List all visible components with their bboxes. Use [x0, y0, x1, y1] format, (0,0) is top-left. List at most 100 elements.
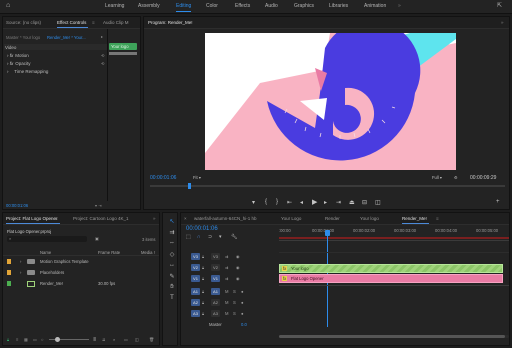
- solo-button[interactable]: S: [233, 300, 236, 305]
- tab-project-cartoon-logo[interactable]: Project: Cartoon Logo 4K_1: [73, 216, 129, 221]
- program-playhead[interactable]: [188, 183, 191, 189]
- lock-track-icon[interactable]: 🔒︎: [202, 276, 204, 281]
- list-item[interactable]: › Motion Graphics Template: [3, 257, 161, 267]
- workspace-editing[interactable]: Editing: [176, 3, 192, 12]
- workspace-audio[interactable]: Audio: [265, 3, 278, 9]
- mark-in-icon[interactable]: ▾: [252, 199, 255, 206]
- quality-dropdown[interactable]: Full ▾: [432, 175, 442, 180]
- track-header-a3[interactable]: A3 🔒︎ A3 M S ●: [181, 309, 275, 318]
- lock-icon[interactable]: 🔒︎: [7, 337, 9, 342]
- source-patch-a1[interactable]: A1: [191, 288, 200, 295]
- extract-icon[interactable]: ⊟: [362, 199, 367, 206]
- track-header-a2[interactable]: A2 🔒︎ A2 M S ●: [181, 298, 275, 307]
- track-header-v3[interactable]: V3 🔒︎ V3 ⇉ ◉: [181, 252, 275, 261]
- hand-tool-icon[interactable]: ✋︎: [168, 284, 176, 291]
- time-ruler[interactable]: :00:00 00:00:01:00 00:00:02:00 00:00:03:…: [279, 227, 509, 241]
- settings-icon[interactable]: ⚙: [454, 175, 458, 180]
- track-target-a1[interactable]: A1: [211, 288, 220, 295]
- track-target-a3[interactable]: A3: [211, 310, 220, 317]
- effect-motion[interactable]: › fx Motion: [7, 53, 29, 58]
- mute-button[interactable]: M: [225, 311, 229, 316]
- mute-button[interactable]: M: [225, 289, 229, 294]
- column-name[interactable]: Name: [40, 250, 51, 255]
- column-frame-rate[interactable]: Frame Rate: [98, 250, 120, 255]
- find-icon[interactable]: ⌕: [113, 337, 115, 342]
- workspace-assembly[interactable]: Assembly: [138, 3, 160, 9]
- program-video-frame[interactable]: [205, 33, 456, 170]
- new-bin-footer-icon[interactable]: ▭: [124, 337, 128, 342]
- play-icon[interactable]: ▶: [312, 198, 317, 206]
- workspace-effects[interactable]: Effects: [235, 3, 250, 9]
- project-search-input[interactable]: ⌕: [7, 236, 87, 242]
- go-to-in-icon[interactable]: ⇤: [287, 199, 292, 206]
- column-media-start[interactable]: Media !: [141, 250, 155, 255]
- tab-sequence-your-logo[interactable]: Your Logo: [281, 216, 301, 221]
- home-icon[interactable]: ⌂: [6, 2, 10, 9]
- program-timecode[interactable]: 00:00:01:06: [150, 175, 176, 181]
- timeline-menu-icon[interactable]: ≡: [436, 216, 439, 221]
- track-header-a1[interactable]: A1 🔒︎ A1 M S ●: [181, 287, 275, 296]
- lock-track-icon[interactable]: 🔒︎: [202, 254, 204, 259]
- fit-dropdown[interactable]: Fit ▾: [193, 175, 201, 180]
- list-item[interactable]: Render_Me! 30.00 fps: [3, 279, 161, 289]
- mark-out-icon[interactable]: {: [265, 199, 267, 205]
- tab-sequence-your-logo-2[interactable]: Your logo: [360, 216, 379, 221]
- mark-out-brace-icon[interactable]: }: [276, 199, 278, 205]
- freeform-view-icon[interactable]: ▭: [33, 337, 37, 342]
- eye-icon[interactable]: ◉: [236, 254, 240, 259]
- source-patch-v2[interactable]: V2: [191, 264, 200, 271]
- source-patch-v1[interactable]: V1: [191, 275, 200, 282]
- automate-icon[interactable]: ⇊: [102, 337, 106, 342]
- selection-tool-icon[interactable]: ↖: [168, 218, 176, 225]
- go-to-out-icon[interactable]: ⇥: [336, 199, 341, 206]
- active-clip-selector[interactable]: Render_Me! * Your...: [47, 35, 86, 40]
- voice-over-record-icon[interactable]: ●: [241, 300, 244, 305]
- sort-icon[interactable]: ≣: [93, 337, 97, 342]
- delete-icon[interactable]: 🗑︎: [149, 337, 154, 343]
- reset-motion-icon[interactable]: ⟲: [101, 53, 105, 58]
- clip-badge[interactable]: Your logo: [109, 43, 137, 50]
- ripple-edit-tool-icon[interactable]: ⇔: [168, 240, 176, 246]
- eye-icon[interactable]: ◉: [236, 265, 240, 270]
- source-patch-a2[interactable]: A2: [191, 299, 200, 306]
- razor-tool-icon[interactable]: ◇: [168, 251, 176, 258]
- program-monitor-title[interactable]: Program: Render_Me!: [148, 20, 193, 25]
- snap-icon[interactable]: ∩: [197, 234, 201, 240]
- nest-icon[interactable]: ⬚: [186, 234, 191, 240]
- eye-icon[interactable]: ◉: [236, 276, 240, 281]
- pen-tool-icon[interactable]: ✎: [168, 273, 176, 280]
- master-volume-value[interactable]: 0.0: [241, 322, 247, 327]
- mute-button[interactable]: M: [225, 300, 229, 305]
- voice-over-record-icon[interactable]: ●: [241, 289, 244, 294]
- zoom-out-icon[interactable]: ○: [41, 337, 44, 342]
- project-menu-icon[interactable]: ≡: [55, 216, 58, 221]
- workspace-color[interactable]: Color: [206, 3, 218, 9]
- solo-button[interactable]: S: [233, 311, 236, 316]
- clip-flat-logo-opener[interactable]: fx Flat Logo Opener: [279, 274, 503, 283]
- source-patch-v3[interactable]: V3: [191, 253, 200, 260]
- expand-icon[interactable]: ›: [20, 270, 21, 275]
- tab-effect-controls[interactable]: Effect Controls: [57, 20, 89, 28]
- reset-opacity-icon[interactable]: ⟲: [101, 61, 105, 66]
- clip-your-logo[interactable]: fx Your logo: [279, 264, 503, 273]
- track-header-v2[interactable]: V2 🔒︎ V2 ⇉ ◉: [181, 263, 275, 272]
- play-only-audio-icon[interactable]: ▸: [101, 34, 103, 39]
- lock-track-icon[interactable]: 🔒︎: [202, 289, 204, 294]
- effect-time-remapping[interactable]: › Time Remapping: [7, 69, 48, 74]
- export-frame-icon[interactable]: ◫: [375, 199, 381, 206]
- effect-opacity[interactable]: › fx Opacity: [7, 61, 31, 66]
- track-target-v3[interactable]: V3: [211, 253, 220, 260]
- track-target-a2[interactable]: A2: [211, 299, 220, 306]
- tab-source[interactable]: Source: (no clips): [6, 20, 41, 25]
- tab-sequence-render-me[interactable]: Render_Me!: [402, 216, 429, 224]
- share-icon[interactable]: ⇱: [497, 2, 502, 9]
- icon-view-icon[interactable]: ▦: [24, 337, 28, 342]
- tab-sequence-render[interactable]: Render: [325, 216, 340, 221]
- sync-lock-icon[interactable]: ⇉: [225, 265, 229, 270]
- workspace-overflow-icon[interactable]: »: [398, 3, 401, 9]
- new-item-icon[interactable]: ◫: [135, 337, 139, 342]
- tab-project-flat-logo[interactable]: Project: Flat Logo Opener: [6, 216, 60, 224]
- step-forward-icon[interactable]: ▸: [324, 199, 327, 206]
- track-target-v1[interactable]: V1: [211, 275, 220, 282]
- workspace-learning[interactable]: Learning: [105, 3, 124, 9]
